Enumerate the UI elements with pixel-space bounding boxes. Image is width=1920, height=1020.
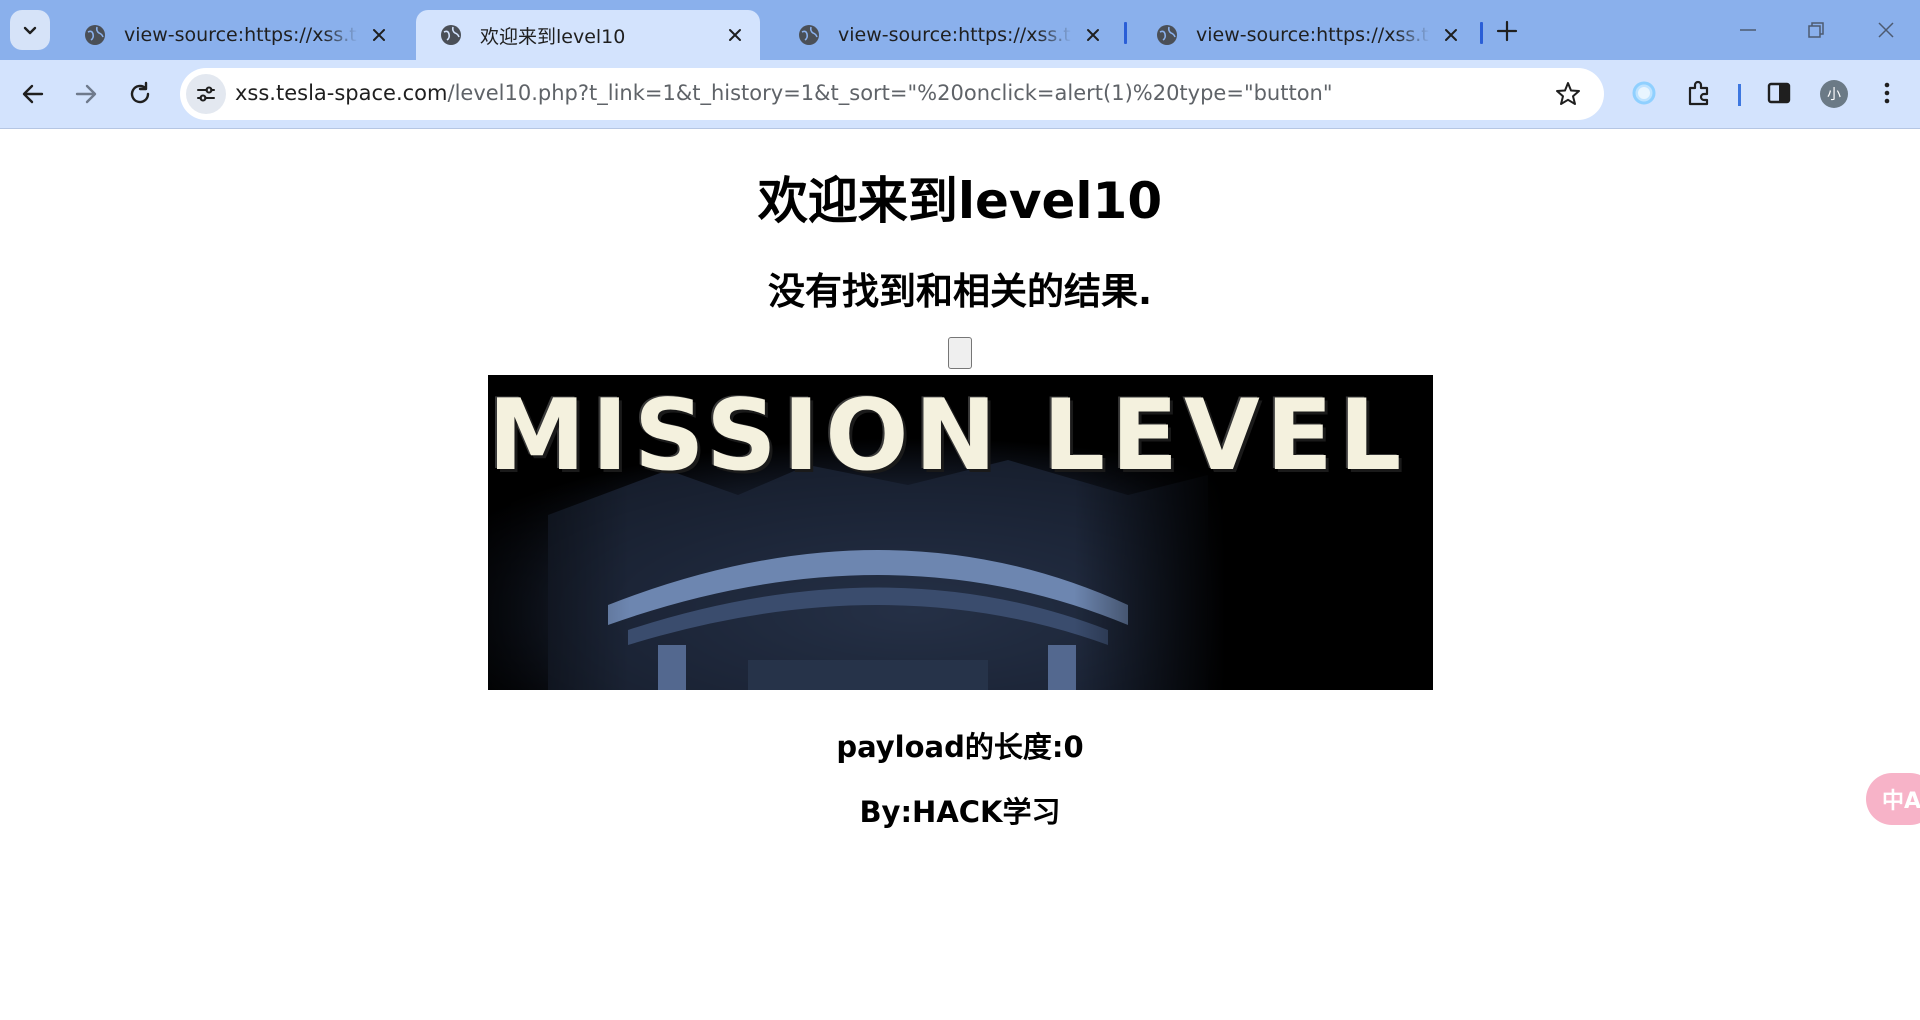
close-icon[interactable] xyxy=(724,24,746,46)
globe-icon xyxy=(799,25,819,45)
tab-view-source-1[interactable]: view-source:https://xss.tesla-space.com xyxy=(60,10,404,60)
banner-text: MISSION LEVEL 10 xyxy=(488,379,1433,493)
tab-view-source-2[interactable]: view-source:https://xss.tesla-space.com xyxy=(774,10,1118,60)
tab-separator xyxy=(1480,22,1483,44)
tab-view-source-3[interactable]: view-source:https://xss.tesla-space.com xyxy=(1132,10,1476,60)
back-arrow-icon[interactable] xyxy=(17,78,49,110)
browser-toolbar: xss.tesla-space.com/level10.php?t_link=1… xyxy=(0,60,1920,129)
close-icon[interactable] xyxy=(1082,24,1104,46)
globe-icon xyxy=(441,25,461,45)
more-menu-icon[interactable] xyxy=(1870,76,1904,110)
tab-strip: view-source:https://xss.tesla-space.com … xyxy=(0,0,1920,60)
reload-icon[interactable] xyxy=(124,78,156,110)
tab-title: view-source:https://xss.tesla-space.com xyxy=(1196,24,1430,46)
payload-length: payload的长度:0 xyxy=(836,730,1084,764)
profile-avatar[interactable]: 小 xyxy=(1820,80,1848,108)
side-panel-icon[interactable] xyxy=(1762,76,1796,110)
extension-ring-icon[interactable] xyxy=(1627,76,1661,110)
byline: By:HACK学习 xyxy=(859,795,1061,829)
translate-button[interactable]: 中A xyxy=(1866,773,1920,825)
page-title: 欢迎来到level10 xyxy=(757,172,1163,230)
toolbar-separator xyxy=(1738,84,1741,106)
tune-icon xyxy=(197,86,215,102)
forward-arrow-icon[interactable] xyxy=(70,78,102,110)
close-icon[interactable] xyxy=(368,24,390,46)
tab-title: 欢迎来到level10 xyxy=(480,25,626,48)
search-result-text: 没有找到和相关的结果. xyxy=(767,270,1153,313)
url-text[interactable]: xss.tesla-space.com/level10.php?t_link=1… xyxy=(235,81,1333,105)
site-info-button[interactable] xyxy=(186,74,226,114)
page-content: 欢迎来到level10 没有找到和相关的结果. MISSION LEVEL pa… xyxy=(0,129,1920,1020)
url-host: xss.tesla-space.com xyxy=(235,81,448,105)
bookmark-star-icon[interactable] xyxy=(1554,80,1582,108)
url-path: /level10.php?t_link=1&t_history=1&t_sort… xyxy=(447,81,1333,105)
globe-icon xyxy=(85,25,105,45)
puzzle-extensions-icon[interactable] xyxy=(1682,76,1716,110)
close-icon[interactable] xyxy=(1440,24,1462,46)
tab-search-button[interactable] xyxy=(10,10,50,50)
tab-title: view-source:https://xss.tesla-space.com xyxy=(838,24,1072,46)
minimize-icon[interactable] xyxy=(1734,16,1762,44)
restore-icon[interactable] xyxy=(1802,16,1830,44)
translate-icon-label: 中A xyxy=(1882,789,1920,814)
tab-separator xyxy=(1124,22,1127,44)
address-bar[interactable]: xss.tesla-space.com/level10.php?t_link=1… xyxy=(180,68,1604,120)
chevron-down-icon xyxy=(23,26,37,35)
injected-button[interactable] xyxy=(948,337,972,369)
window-close-icon[interactable] xyxy=(1872,16,1900,44)
new-tab-plus-icon[interactable] xyxy=(1492,16,1522,46)
tab-title: view-source:https://xss.tesla-space.com xyxy=(124,24,358,46)
mission-level-banner-image: MISSION LEVEL 10 xyxy=(488,375,1433,690)
tab-level10[interactable]: 欢迎来到level10 xyxy=(416,10,760,60)
globe-icon xyxy=(1157,25,1177,45)
